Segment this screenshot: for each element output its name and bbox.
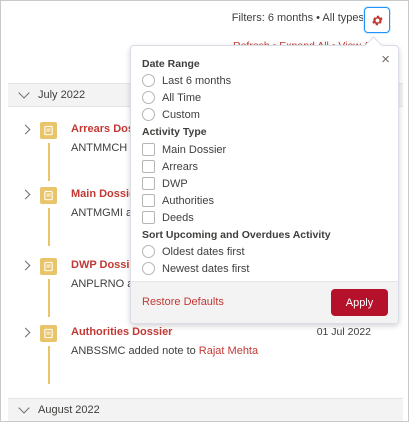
timeline-item-subtitle: ANPLRNO a [71, 278, 134, 290]
filter-settings-button[interactable] [364, 7, 390, 33]
sort-heading: Sort Upcoming and Overdues Activity [142, 229, 331, 241]
checkbox[interactable] [142, 194, 155, 207]
timeline-connector [48, 346, 50, 384]
radio-custom[interactable]: Custom [142, 108, 200, 121]
radio-button[interactable] [142, 74, 155, 87]
timeline-item-subtitle: ANTMMCH [71, 142, 128, 154]
radio-all-time[interactable]: All Time [142, 91, 201, 104]
chevron-down-icon [18, 87, 30, 99]
checkbox[interactable] [142, 211, 155, 224]
note-icon [40, 122, 57, 139]
chevron-right-icon[interactable] [20, 260, 31, 271]
checkbox-deeds[interactable]: Deeds [142, 211, 194, 224]
timeline-connector [48, 208, 50, 246]
chevron-down-icon [18, 402, 30, 414]
radio-button[interactable] [142, 262, 155, 275]
note-icon [40, 325, 57, 342]
radio-button[interactable] [142, 91, 155, 104]
timeline-connector [48, 279, 50, 317]
note-icon [40, 187, 57, 204]
timeline-item-subtitle: ANTMGMI a [71, 207, 133, 219]
filters-summary: Filters: 6 months • All types [231, 12, 364, 24]
timeline-item-title[interactable]: Authorities Dossier [71, 326, 172, 338]
note-icon [40, 258, 57, 275]
radio-newest-first[interactable]: Newest dates first [142, 262, 249, 275]
chevron-right-icon[interactable] [20, 124, 31, 135]
apply-button[interactable]: Apply [331, 289, 388, 316]
restore-defaults-link[interactable]: Restore Defaults [142, 296, 224, 308]
chevron-right-icon[interactable] [20, 189, 31, 200]
checkbox-arrears[interactable]: Arrears [142, 160, 198, 173]
month-section-august[interactable]: August 2022 [8, 398, 403, 421]
month-label: July 2022 [38, 89, 86, 101]
user-link[interactable]: Rajat Mehta [199, 345, 258, 357]
checkbox[interactable] [142, 177, 155, 190]
radio-oldest-first[interactable]: Oldest dates first [142, 245, 245, 258]
activity-timeline-panel: Filters: 6 months • All types Refresh • … [0, 0, 409, 422]
timeline-item-date: 01 Jul 2022 [316, 326, 371, 338]
timeline-item-subtitle: ANBSSMC added note to Rajat Mehta [71, 345, 259, 357]
radio-button[interactable] [142, 108, 155, 121]
timeline-connector [48, 143, 50, 181]
checkbox[interactable] [142, 143, 155, 156]
radio-button[interactable] [142, 245, 155, 258]
activity-type-heading: Activity Type [142, 126, 207, 138]
month-label: August 2022 [38, 404, 100, 416]
filter-popover: × Date Range Last 6 months All Time Cust… [130, 45, 399, 324]
chevron-right-icon[interactable] [20, 327, 31, 338]
checkbox-main-dossier[interactable]: Main Dossier [142, 143, 226, 156]
checkbox-authorities[interactable]: Authorities [142, 194, 214, 207]
radio-last-6-months[interactable]: Last 6 months [142, 74, 231, 87]
gear-icon [371, 15, 383, 25]
close-icon[interactable]: × [381, 52, 390, 67]
checkbox-dwp[interactable]: DWP [142, 177, 188, 190]
checkbox[interactable] [142, 160, 155, 173]
popover-footer: Restore Defaults Apply [131, 281, 398, 323]
date-range-heading: Date Range [142, 58, 200, 70]
